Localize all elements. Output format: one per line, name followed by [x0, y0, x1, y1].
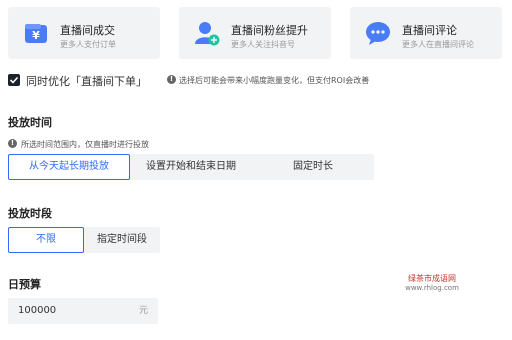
- period-title: 投放时段: [8, 207, 52, 220]
- schedule-option-fixed-duration[interactable]: 固定时长: [252, 154, 374, 180]
- info-icon: !: [8, 139, 17, 148]
- schedule-title: 投放时间: [8, 116, 52, 129]
- schedule-hint-row: ! 所选时间范围内，仅直播时进行投放: [8, 139, 308, 149]
- goal-card-live-sales[interactable]: ¥ 直播间成交 更多人支付订单: [8, 7, 160, 59]
- goal-title: 直播间成交: [60, 24, 115, 37]
- schedule-selector: 从今天起长期投放 设置开始和结束日期 固定时长: [8, 154, 374, 180]
- watermark: 绿茶市成语网 www.rhlog.com: [402, 273, 462, 292]
- goal-subtitle: 更多人在直播间评论: [402, 40, 474, 49]
- budget-title: 日预算: [8, 278, 41, 291]
- goal-title: 直播间粉丝提升: [231, 24, 308, 37]
- schedule-option-long-term[interactable]: 从今天起长期投放: [8, 154, 130, 180]
- goal-title: 直播间评论: [402, 24, 457, 37]
- period-option-specific[interactable]: 指定时间段: [84, 227, 160, 253]
- goal-card-comments[interactable]: 直播间评论 更多人在直播间评论: [350, 7, 502, 59]
- goal-card-fans-growth[interactable]: 直播间粉丝提升 更多人关注抖音号: [179, 7, 331, 59]
- optimize-order-label[interactable]: 同时优化「直播间下单」: [26, 73, 147, 89]
- period-option-unlimited[interactable]: 不限: [8, 227, 84, 253]
- wallet-yen-icon: ¥: [23, 20, 49, 46]
- goal-subtitle: 更多人支付订单: [60, 40, 116, 49]
- user-add-icon: [194, 20, 220, 46]
- schedule-hint: 所选时间范围内，仅直播时进行投放: [21, 140, 149, 149]
- watermark-line1: 绿茶市成语网: [408, 274, 456, 283]
- check-icon: [9, 76, 19, 84]
- optimize-order-hint: 选择后可能会带来小幅度跑量变化，但支付ROI会改善: [179, 76, 370, 85]
- schedule-option-date-range[interactable]: 设置开始和结束日期: [130, 154, 252, 180]
- period-selector: 不限 指定时间段: [8, 227, 160, 253]
- watermark-line2: www.rhlog.com: [405, 284, 459, 292]
- info-icon: !: [167, 75, 176, 84]
- optimize-order-row: 同时优化「直播间下单」 ! 选择后可能会带来小幅度跑量变化，但支付ROI会改善: [8, 73, 508, 89]
- daily-budget-input[interactable]: 100000 元: [8, 298, 158, 324]
- chat-bubble-icon: [365, 20, 391, 46]
- svg-text:¥: ¥: [32, 29, 40, 42]
- budget-unit: 元: [138, 306, 148, 316]
- optimize-order-checkbox[interactable]: [8, 74, 20, 86]
- goal-subtitle: 更多人关注抖音号: [231, 40, 295, 49]
- budget-value: 100000: [18, 305, 57, 316]
